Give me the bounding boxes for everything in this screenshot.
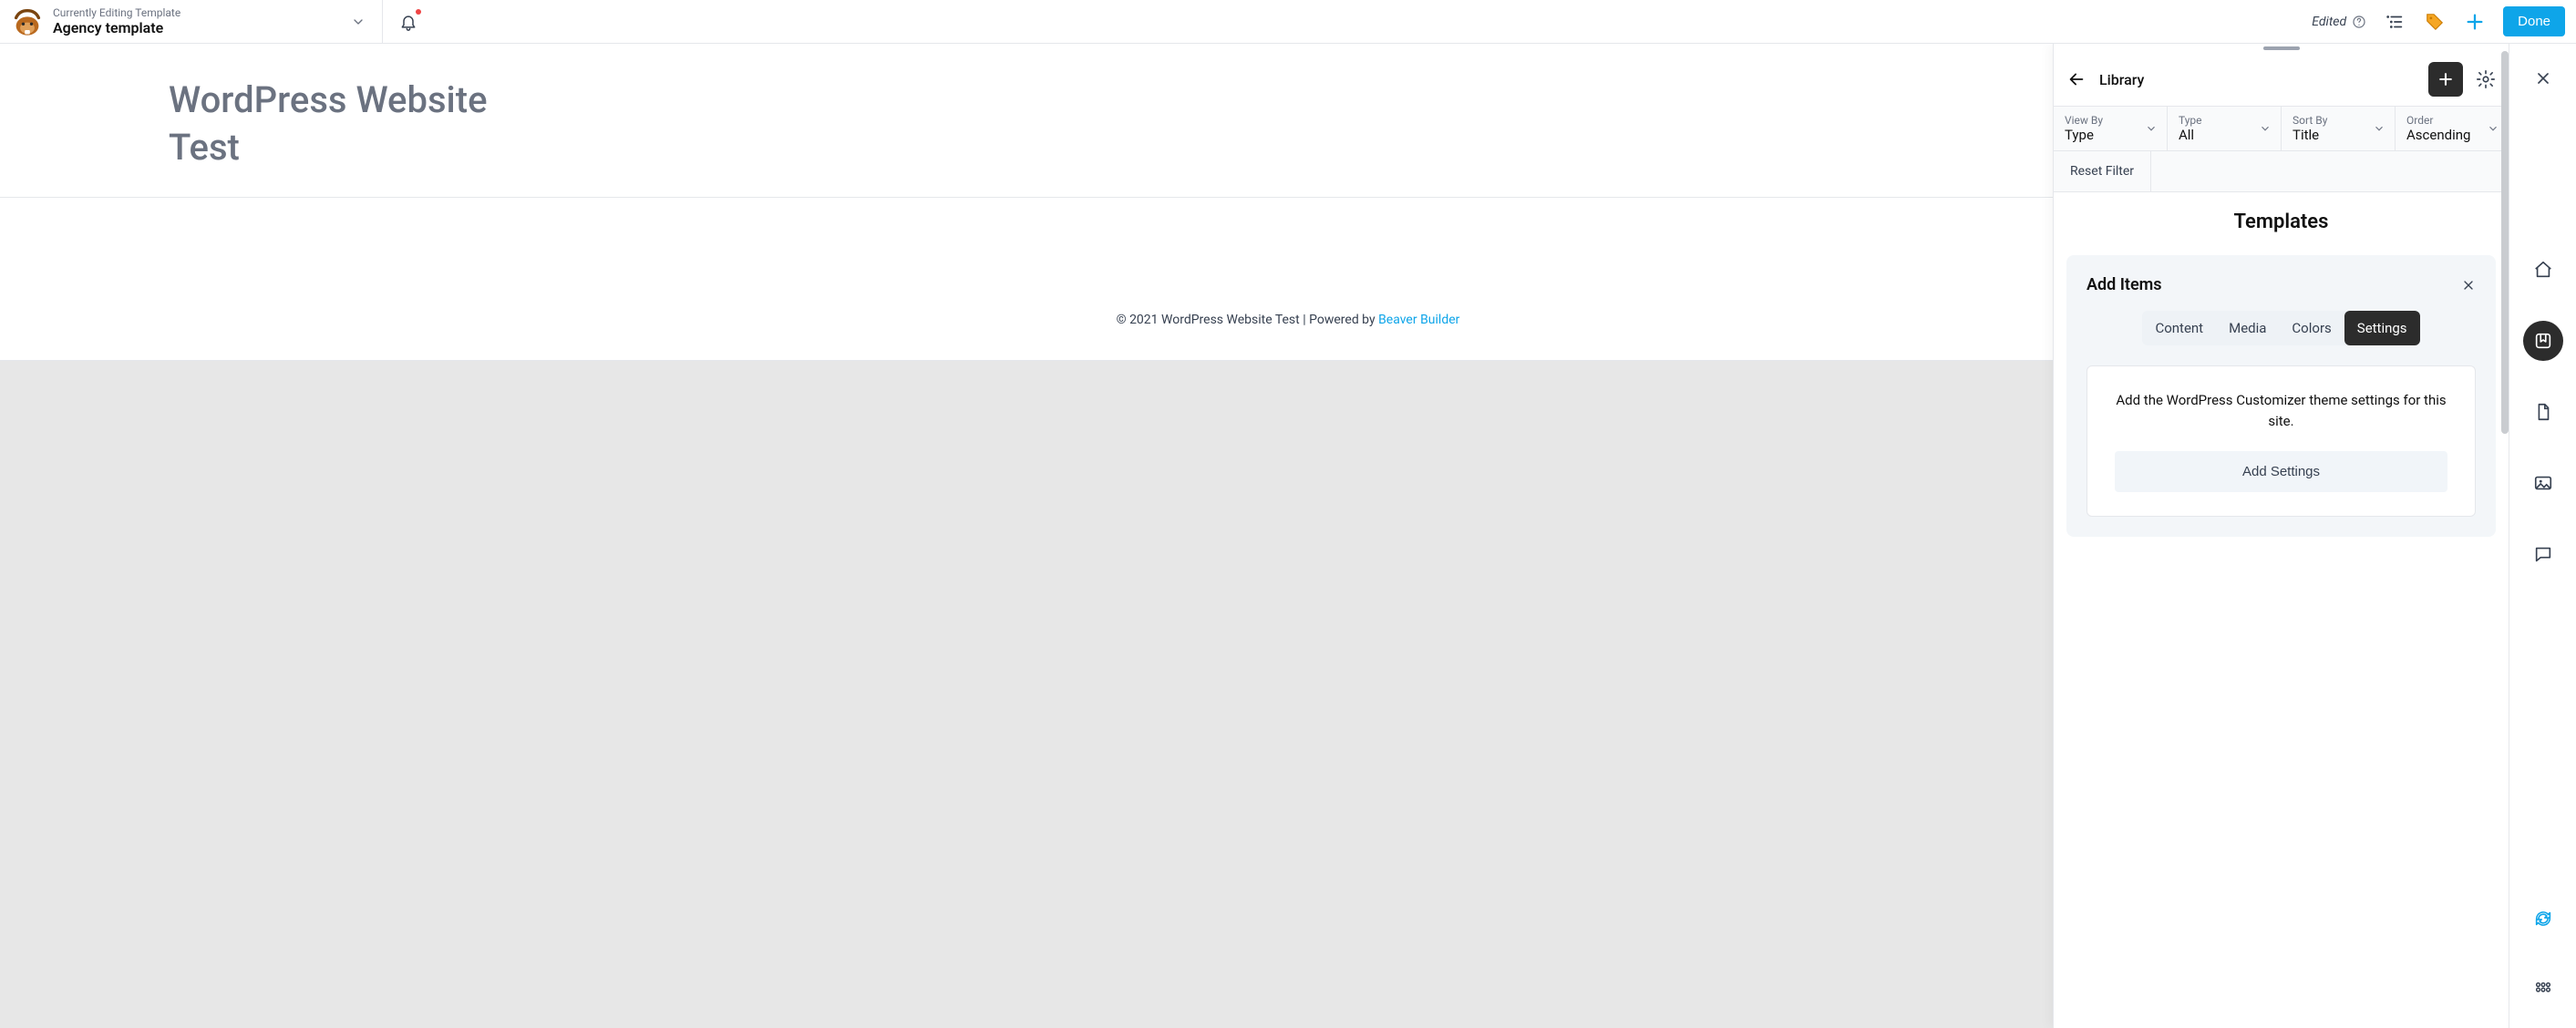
edited-label: Edited <box>2312 15 2346 29</box>
filter-label: Sort By <box>2293 114 2384 127</box>
bookmark-box-icon <box>2533 331 2553 351</box>
tag-icon <box>2425 12 2445 32</box>
plus-icon <box>2465 12 2485 32</box>
chevron-down-icon <box>2373 122 2385 135</box>
plus-icon <box>2437 70 2455 88</box>
tag-button[interactable] <box>2423 10 2447 34</box>
panel-scrollbar[interactable] <box>2501 51 2509 434</box>
add-items-tabs: Content Media Colors Settings <box>2087 311 2476 345</box>
side-rail <box>2509 44 2576 1028</box>
title-block: Currently Editing Template Agency templa… <box>53 6 180 37</box>
rail-home-button[interactable] <box>2523 250 2563 290</box>
footer-text: © 2021 WordPress Website Test | Powered … <box>1117 313 1378 327</box>
canvas-area: WordPress Website Test © 2021 WordPress … <box>0 44 2576 1028</box>
close-icon <box>2461 278 2476 293</box>
settings-description: Add the WordPress Customizer theme setti… <box>2115 390 2447 431</box>
chevron-down-icon <box>2145 122 2158 135</box>
footer-link[interactable]: Beaver Builder <box>1378 313 1459 327</box>
close-panel-button[interactable] <box>2534 69 2552 87</box>
filter-label: Type <box>2179 114 2270 127</box>
library-back-button[interactable] <box>2066 69 2087 89</box>
outline-icon <box>2385 12 2405 32</box>
card-close-button[interactable] <box>2461 278 2476 293</box>
done-button[interactable]: Done <box>2503 6 2565 36</box>
filter-type[interactable]: Type All <box>2168 107 2282 150</box>
tab-colors[interactable]: Colors <box>2279 311 2344 345</box>
rail-library-button[interactable] <box>2523 321 2563 361</box>
chat-icon <box>2533 544 2553 564</box>
editing-subtitle: Currently Editing Template <box>53 6 180 19</box>
help-icon <box>2352 15 2366 29</box>
filter-sort-by[interactable]: Sort By Title <box>2282 107 2396 150</box>
reset-filter-row: Reset Filter <box>2054 151 2509 192</box>
filter-value: Ascending <box>2406 127 2498 143</box>
library-section-title: Templates <box>2066 211 2496 233</box>
filter-label: Order <box>2406 114 2498 127</box>
library-settings-button[interactable] <box>2476 69 2496 89</box>
site-title-line1: WordPress Website <box>169 78 488 121</box>
library-add-button[interactable] <box>2428 62 2463 97</box>
card-title: Add Items <box>2087 275 2162 294</box>
tab-media[interactable]: Media <box>2216 311 2279 345</box>
filter-label: View By <box>2065 114 2156 127</box>
filter-value: All <box>2179 127 2270 143</box>
library-title: Library <box>2099 71 2144 88</box>
chevron-down-icon <box>2259 122 2272 135</box>
chevron-down-icon <box>351 15 366 29</box>
library-body: Templates Add Items Content Media Colors… <box>2054 192 2509 1028</box>
reset-filter-button[interactable]: Reset Filter <box>2054 151 2151 191</box>
add-settings-button[interactable]: Add Settings <box>2115 451 2447 492</box>
page-icon <box>2533 402 2553 422</box>
image-icon <box>2533 473 2553 493</box>
edited-status[interactable]: Edited <box>2312 15 2366 29</box>
site-title: WordPress Website Test <box>169 77 902 171</box>
library-filters: View By Type Type All Sort By Title Orde… <box>2054 106 2509 151</box>
notification-dot-icon <box>416 9 421 15</box>
rail-comments-button[interactable] <box>2523 534 2563 574</box>
filter-value: Type <box>2065 127 2156 143</box>
title-dropdown-button[interactable] <box>345 9 371 35</box>
filter-value: Title <box>2293 127 2384 143</box>
sync-icon <box>2533 909 2553 929</box>
close-icon <box>2534 69 2552 87</box>
library-header: Library <box>2054 53 2509 106</box>
grid-dots-icon <box>2533 980 2553 1000</box>
rail-media-button[interactable] <box>2523 463 2563 503</box>
tab-settings[interactable]: Settings <box>2344 311 2420 345</box>
topbar-title-area[interactable]: Currently Editing Template Agency templa… <box>0 0 383 43</box>
topbar: Currently Editing Template Agency templa… <box>0 0 2576 44</box>
gear-icon <box>2476 69 2496 89</box>
panel-drag-handle[interactable] <box>2054 44 2509 53</box>
rail-sync-button[interactable] <box>2523 899 2563 939</box>
bell-icon <box>399 13 417 31</box>
rail-more-button[interactable] <box>2523 970 2563 1010</box>
arrow-left-icon <box>2066 69 2087 89</box>
rail-page-button[interactable] <box>2523 392 2563 432</box>
filter-view-by[interactable]: View By Type <box>2054 107 2168 150</box>
settings-box: Add the WordPress Customizer theme setti… <box>2087 365 2476 517</box>
beaver-logo-icon <box>11 5 44 38</box>
outline-button[interactable] <box>2383 10 2406 34</box>
add-button[interactable] <box>2463 10 2487 34</box>
home-icon <box>2533 260 2553 280</box>
site-title-line2: Test <box>169 126 240 169</box>
chevron-down-icon <box>2487 122 2499 135</box>
tab-content[interactable]: Content <box>2142 311 2216 345</box>
notifications-button[interactable] <box>383 0 434 43</box>
template-title: Agency template <box>53 19 180 36</box>
library-panel: Library View By Type Type All Sort By <box>2053 44 2509 1028</box>
add-items-card: Add Items Content Media Colors Settings … <box>2066 255 2496 537</box>
topbar-right: Edited Done <box>2312 0 2576 43</box>
filter-order[interactable]: Order Ascending <box>2396 107 2509 150</box>
